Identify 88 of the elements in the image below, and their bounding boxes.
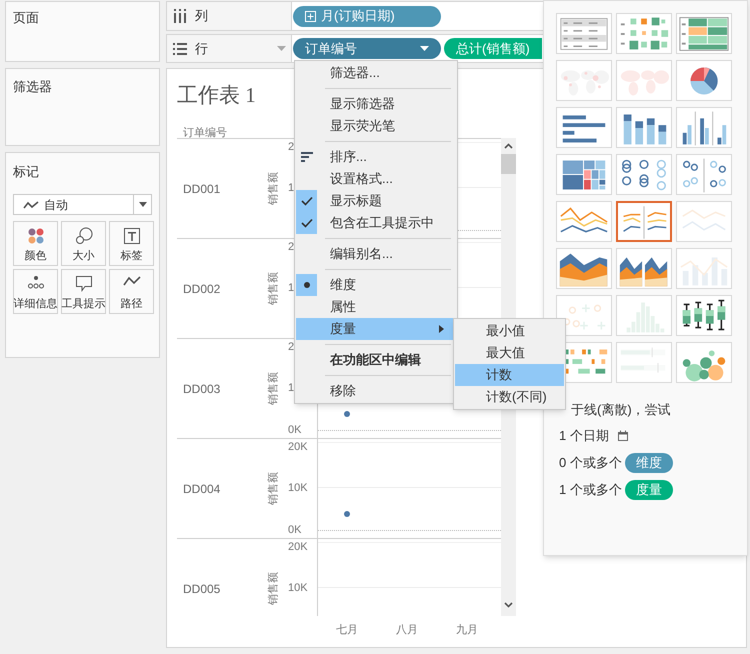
mark-button[interactable]: 工具提示 — [61, 269, 106, 314]
menu-item[interactable]: 显示标题 — [296, 190, 456, 212]
menu-item[interactable]: 设置格式... — [296, 168, 456, 190]
worksheet-title: 工作表 1 — [177, 82, 256, 109]
caret-icon — [277, 46, 286, 51]
caret-icon — [138, 202, 146, 207]
requirement-text: 1 个或多个 — [559, 481, 622, 500]
axis-tick: 2 — [288, 340, 294, 354]
mark-button[interactable]: 路径 — [109, 269, 154, 314]
checkmark-icon — [300, 218, 312, 228]
dots-icon — [26, 275, 44, 289]
panel-title: 筛选器 — [13, 78, 52, 96]
hint-text: 于线(离散)，尝试 — [571, 401, 671, 420]
line-icon — [23, 200, 39, 210]
scrollbar-thumb[interactable] — [501, 154, 516, 174]
circles-icon — [74, 227, 92, 245]
axis-label: 九月 — [456, 622, 478, 638]
mark-button[interactable]: 颜色 — [13, 221, 58, 266]
shelf-label: 列 — [195, 7, 209, 26]
row-label: DD004 — [183, 480, 220, 498]
axis-tick: 0K — [288, 423, 302, 437]
down-caret-icon — [504, 602, 513, 608]
axis-tick: 1 — [288, 181, 294, 195]
field-pill: 维度 — [624, 453, 673, 473]
line-path-icon — [122, 275, 140, 287]
list-icon — [173, 42, 187, 56]
bullet-icon — [304, 282, 310, 288]
submenu-item[interactable]: 度量 — [296, 318, 456, 340]
menu-item[interactable]: 显示荧光笔 — [296, 115, 456, 137]
row-label: DD003 — [183, 380, 220, 398]
shelf-label: 行 — [195, 40, 209, 58]
axis-title: 销售额 — [266, 372, 280, 405]
menu-item[interactable]: 显示筛选器 — [296, 93, 456, 115]
menu-item[interactable]: 筛选器... — [296, 62, 456, 84]
menu-item[interactable]: 维度 — [296, 274, 456, 296]
caret-icon — [420, 46, 429, 51]
axis-tick: 10K — [288, 581, 308, 595]
axis-title: 销售额 — [266, 472, 280, 505]
menu-item[interactable]: 计数 — [455, 364, 564, 386]
axis-tick: 2 — [288, 140, 294, 154]
mark-button[interactable]: 详细信息 — [13, 269, 58, 314]
panel-title: 页面 — [13, 9, 39, 27]
columns-icon — [173, 9, 187, 23]
menu-item[interactable]: 包含在工具提示中 — [296, 212, 456, 234]
axis-title: 销售额 — [266, 172, 280, 205]
menu-item[interactable]: 编辑别名... — [296, 243, 456, 265]
mark-button[interactable]: 标签 — [109, 221, 154, 266]
axis-label: 八月 — [396, 622, 418, 638]
row-label: DD001 — [183, 180, 220, 198]
mark-type-dropdown[interactable]: 自动 — [13, 194, 152, 215]
row-label: DD002 — [183, 280, 220, 298]
axis-label: 七月 — [336, 622, 358, 638]
plus-box-icon — [305, 10, 316, 22]
menu-item[interactable]: 计数(不同) — [455, 386, 564, 408]
menu-item[interactable]: 移除 — [296, 380, 456, 402]
sort-icon — [300, 152, 312, 162]
axis-title: 销售额 — [266, 572, 280, 605]
axis-title: 销售额 — [266, 272, 280, 305]
dimension-pill[interactable]: 订单编号 — [293, 38, 441, 59]
axis-tick: 1 — [288, 281, 294, 295]
dropdown-value: 自动 — [44, 196, 69, 214]
text-label-icon — [122, 227, 140, 245]
axis-tick: 10K — [288, 481, 308, 495]
submenu-arrow-icon — [439, 325, 444, 333]
panel-title: 标记 — [13, 163, 39, 181]
menu-item[interactable]: 排序... — [296, 146, 456, 168]
axis-tick: 20K — [288, 540, 308, 554]
menu-item[interactable]: 在功能区中编辑 — [296, 349, 456, 371]
mark-button[interactable]: 大小 — [61, 221, 106, 266]
menu-item[interactable]: 属性 — [296, 296, 456, 318]
axis-tick: 20K — [288, 440, 308, 454]
data-point — [344, 411, 350, 417]
data-point — [344, 511, 350, 517]
requirement-text: 1 个日期 — [559, 427, 609, 446]
speech-bubble-icon — [74, 275, 92, 292]
up-caret-icon — [504, 143, 513, 149]
color-dots-icon — [26, 227, 44, 245]
menu-item[interactable]: 最小值 — [455, 320, 564, 342]
menu-item[interactable]: 最大值 — [455, 342, 564, 364]
calendar-icon — [616, 430, 629, 442]
field-pill: 度量 — [624, 480, 673, 500]
column-header: 订单编号 — [183, 127, 227, 139]
row-label: DD005 — [183, 580, 220, 598]
axis-tick: 1 — [288, 381, 294, 395]
axis-tick: 2 — [288, 240, 294, 254]
requirement-text: 0 个或多个 — [559, 454, 622, 472]
axis-tick: 0K — [288, 523, 302, 537]
checkmark-icon — [300, 196, 312, 206]
